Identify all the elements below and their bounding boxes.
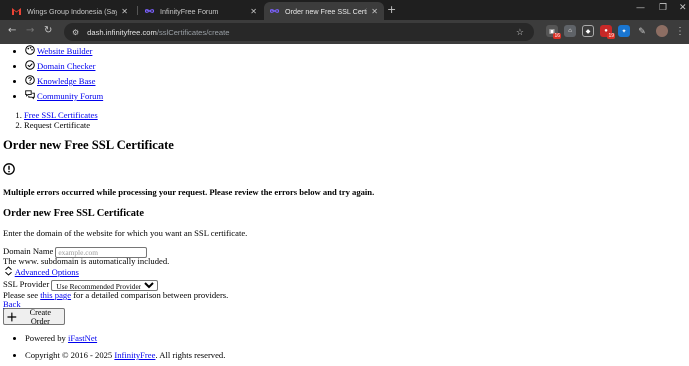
nav-link[interactable]: Domain Checker <box>37 61 95 71</box>
copyright-suffix: . All rights reserved. <box>155 350 226 360</box>
bookmark-star-icon[interactable]: ☆ <box>516 27 524 38</box>
extension-icon[interactable]: ▣ 16 <box>546 25 561 39</box>
check-circle-icon <box>25 60 35 70</box>
url-host: dash.infinityfree.com <box>87 27 157 37</box>
close-tab-icon[interactable]: ✕ <box>121 7 128 16</box>
address-bar[interactable]: ⚙ dash.infinityfree.com/sslCertificates/… <box>64 23 534 41</box>
infinityfree-link[interactable]: InfinityFree <box>114 350 155 360</box>
footer-powered-by: Powered by iFastNet <box>25 332 225 349</box>
restore-icon[interactable]: ❐ <box>659 3 667 13</box>
close-tab-icon[interactable]: ✕ <box>371 7 378 16</box>
chevron-up-down-icon <box>5 266 12 276</box>
plus-icon <box>7 312 17 321</box>
form-heading: Order new Free SSL Certificate <box>3 208 145 219</box>
comparison-link[interactable]: this page <box>40 290 71 300</box>
extension-icon[interactable]: ● 19 <box>600 25 615 39</box>
url-path: /sslCertificates/create <box>156 27 230 37</box>
form-description: Enter the domain of the website for whic… <box>3 228 248 238</box>
nav-item-website-builder[interactable]: Website Builder <box>25 44 103 59</box>
top-nav: Website Builder Domain Checker Knowledge… <box>25 44 103 104</box>
nav-link[interactable]: Community Forum <box>37 91 103 101</box>
provider-field: SSL Provider Use Recommended Provider <box>3 279 159 291</box>
forward-nav-icon[interactable]: → <box>26 25 34 36</box>
advanced-options-toggle[interactable]: Advanced Options <box>4 266 79 277</box>
create-order-label: Create Order <box>29 307 52 326</box>
nav-item-community-forum[interactable]: Community Forum <box>25 89 103 104</box>
tab-title: Wings Group Indonesia (Sayap <box>27 6 118 16</box>
powered-prefix: Powered by <box>25 333 66 343</box>
help-circle-icon <box>25 75 35 85</box>
create-order-button[interactable]: Create Order <box>3 307 65 326</box>
reload-icon[interactable]: ↻ <box>44 25 52 36</box>
tab-order-ssl[interactable]: Order new Free SSL Certificate ✕ <box>264 2 384 20</box>
nav-link[interactable]: Website Builder <box>37 46 92 56</box>
ifastnet-link[interactable]: iFastNet <box>68 333 97 343</box>
breadcrumb-item[interactable]: Free SSL Certificates <box>24 110 98 120</box>
tab-divider <box>137 6 138 15</box>
avatar[interactable] <box>656 25 668 37</box>
copyright-prefix: Copyright © 2016 - 2025 <box>25 350 113 360</box>
provider-label: SSL Provider <box>3 279 50 289</box>
breadcrumb: Free SSL Certificates Request Certificat… <box>10 110 98 130</box>
browser-toolbar: ← → ↻ ⚙ dash.infinityfree.com/sslCertifi… <box>0 20 689 44</box>
tab-title: Order new Free SSL Certificate <box>285 6 368 16</box>
infinityfree-icon <box>145 7 154 16</box>
extensions-puzzle-icon[interactable]: ✎ <box>636 25 648 37</box>
nav-item-domain-checker[interactable]: Domain Checker <box>25 59 103 74</box>
nav-link[interactable]: Knowledge Base <box>37 76 95 86</box>
site-info-icon[interactable]: ⚙ <box>72 28 79 37</box>
close-tab-icon[interactable]: ✕ <box>250 7 257 16</box>
tab-infinityfree-forum[interactable]: InfinityFree Forum ✕ <box>139 2 263 20</box>
advanced-options-link[interactable]: Advanced Options <box>15 267 79 277</box>
chat-icon <box>25 90 35 100</box>
page-content: Website Builder Domain Checker Knowledge… <box>0 44 689 366</box>
extension-badge: 19 <box>607 33 615 39</box>
footer-copyright: Copyright © 2016 - 2025 InfinityFree. Al… <box>25 349 225 366</box>
browser-tabbar: Wings Group Indonesia (Sayap ✕ InfinityF… <box>0 0 689 20</box>
comparison-note: Please see this page for a detailed comp… <box>3 290 228 300</box>
close-window-icon[interactable]: ✕ <box>679 3 687 13</box>
extension-icon[interactable]: ✦ <box>618 25 630 37</box>
gmail-icon <box>12 7 21 16</box>
tab-gmail[interactable]: Wings Group Indonesia (Sayap ✕ <box>6 2 134 20</box>
back-nav-icon[interactable]: ← <box>8 25 16 36</box>
nav-item-knowledge-base[interactable]: Knowledge Base <box>25 74 103 89</box>
domain-label: Domain Name <box>3 246 54 256</box>
extension-badge: 16 <box>553 33 561 39</box>
breadcrumb-link[interactable]: Free SSL Certificates <box>24 110 98 120</box>
error-message: Multiple errors occurred while processin… <box>3 187 375 197</box>
domain-hint: The www. subdomain is automatically incl… <box>3 256 170 266</box>
alert-circle-icon <box>3 163 15 175</box>
shield-icon[interactable]: ◆ <box>582 25 594 37</box>
breadcrumb-item-current: Request Certificate <box>24 120 98 130</box>
provider-select[interactable]: Use Recommended Provider <box>51 279 159 291</box>
menu-icon[interactable]: ⋮ <box>674 25 686 37</box>
new-tab-button[interactable]: + <box>387 3 396 16</box>
footer: Powered by iFastNet Copyright © 2016 - 2… <box>25 332 225 366</box>
tab-title: InfinityFree Forum <box>160 6 219 16</box>
palette-icon <box>25 45 35 55</box>
extension-icon[interactable]: ⌂ <box>564 25 576 37</box>
comparison-suffix: for a detailed comparison between provid… <box>73 290 229 300</box>
minimize-icon[interactable]: — <box>636 3 645 13</box>
page-title: Order new Free SSL Certificate <box>3 138 174 152</box>
infinityfree-icon <box>270 7 279 16</box>
